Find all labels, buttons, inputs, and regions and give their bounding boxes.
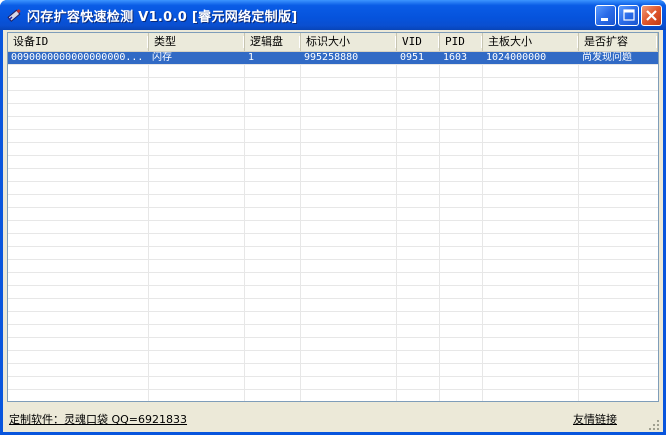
vid-cell: 0951 — [400, 52, 425, 63]
empty-row — [8, 351, 658, 364]
type-cell: 闪存 — [152, 52, 172, 63]
empty-row — [8, 286, 658, 299]
custom-software-link[interactable]: 定制软件：灵魂口袋 QQ=6921833 — [9, 411, 187, 427]
empty-row — [8, 65, 658, 78]
empty-row — [8, 117, 658, 130]
device-list[interactable]: 设备ID 类型 逻辑盘 标识大小 VID PID 主板大小 是否扩容 00900… — [7, 32, 659, 402]
empty-row — [8, 234, 658, 247]
empty-row — [8, 78, 658, 91]
empty-row — [8, 260, 658, 273]
empty-row — [8, 390, 658, 401]
status-bar: 定制软件：灵魂口袋 QQ=6921833 友情链接 — [3, 405, 663, 432]
empty-row — [8, 91, 658, 104]
empty-row — [8, 299, 658, 312]
column-header[interactable]: 是否扩容 — [579, 33, 658, 51]
empty-row — [8, 312, 658, 325]
usb-drive-icon — [7, 8, 21, 22]
empty-row — [8, 377, 658, 390]
column-header[interactable]: VID — [397, 33, 440, 51]
friend-links-link[interactable]: 友情链接 — [573, 411, 617, 427]
window-title: 闪存扩容快速检测 V1.0.0 [睿元网络定制版] — [27, 10, 298, 25]
empty-row — [8, 208, 658, 221]
app-window: 闪存扩容快速检测 V1.0.0 [睿元网络定制版] 设备ID 类型 逻辑盘 标识… — [0, 0, 666, 435]
column-header[interactable]: 类型 — [149, 33, 245, 51]
resize-grip-icon[interactable] — [647, 418, 660, 431]
column-header[interactable]: 主板大小 — [483, 33, 579, 51]
empty-row — [8, 273, 658, 286]
column-header[interactable]: 逻辑盘 — [245, 33, 301, 51]
close-icon — [646, 10, 657, 21]
reported-size-cell: 995258880 — [304, 52, 359, 63]
client-area: 设备ID 类型 逻辑盘 标识大小 VID PID 主板大小 是否扩容 00900… — [3, 30, 663, 432]
pid-cell: 1603 — [443, 52, 468, 63]
empty-row — [8, 338, 658, 351]
device-id-cell: 0090000000000000000... — [11, 52, 144, 63]
empty-row — [8, 195, 658, 208]
board-size-cell: 1024000000 — [486, 52, 547, 63]
empty-row — [8, 143, 658, 156]
title-bar[interactable]: 闪存扩容快速检测 V1.0.0 [睿元网络定制版] — [0, 0, 666, 30]
column-header[interactable]: PID — [440, 33, 483, 51]
close-button[interactable] — [641, 5, 662, 26]
empty-row — [8, 247, 658, 260]
empty-row — [8, 169, 658, 182]
column-header[interactable]: 标识大小 — [301, 33, 397, 51]
empty-row — [8, 156, 658, 169]
empty-row — [8, 221, 658, 234]
column-header[interactable]: 设备ID — [8, 33, 149, 51]
empty-row — [8, 325, 658, 338]
empty-row — [8, 364, 658, 377]
maximize-button[interactable] — [618, 5, 639, 26]
logical-disk-cell: 1 — [248, 52, 255, 63]
maximize-icon — [623, 9, 635, 21]
minimize-icon — [601, 18, 608, 21]
minimize-button[interactable] — [595, 5, 616, 26]
empty-row — [8, 104, 658, 117]
expanded-status-cell: 尚发现问题 — [582, 52, 632, 63]
list-header: 设备ID 类型 逻辑盘 标识大小 VID PID 主板大小 是否扩容 — [8, 33, 658, 52]
empty-row — [8, 182, 658, 195]
list-body: 0090000000000000000... 闪存 1 995258880 09… — [8, 52, 658, 401]
table-row[interactable]: 0090000000000000000... 闪存 1 995258880 09… — [8, 52, 658, 65]
empty-row — [8, 130, 658, 143]
